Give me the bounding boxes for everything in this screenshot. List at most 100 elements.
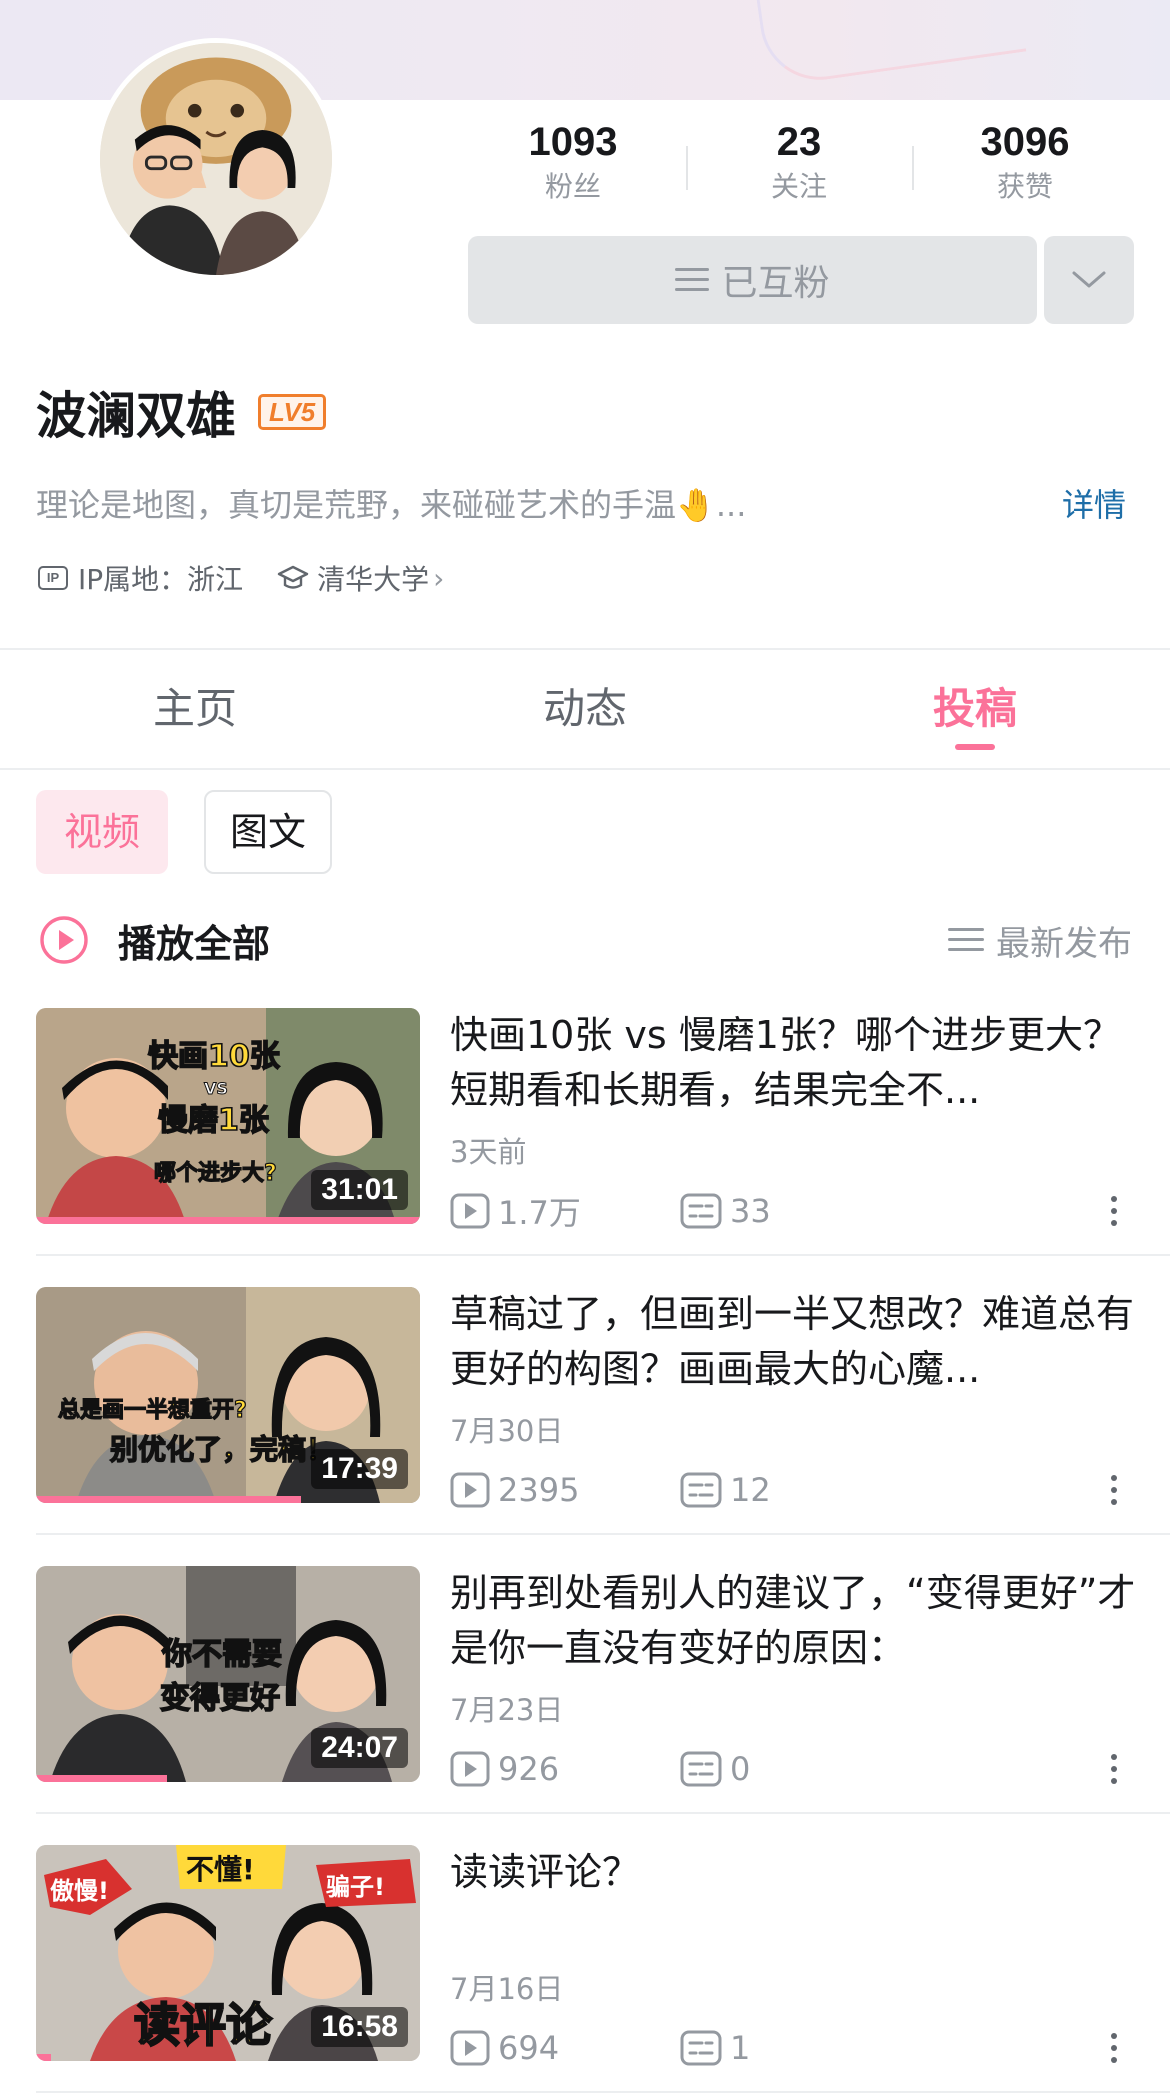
thumb-caption: 快画10张 <box>148 1039 280 1074</box>
view-count: 694 <box>450 2027 559 2069</box>
follow-options-button[interactable] <box>1044 236 1134 324</box>
ip-location: IP属地：浙江 <box>78 563 244 596</box>
video-item[interactable]: 快画10张 VS 慢磨1张 哪个进步大? 31:01 快画10张 vs 慢磨1张… <box>36 1008 1134 1258</box>
filter-video-chip[interactable]: 视频 <box>36 790 168 874</box>
video-duration: 17:39 <box>311 1449 408 1489</box>
play-all-button[interactable]: 播放全部 <box>38 910 270 970</box>
stat-fans[interactable]: 1093 粉丝 <box>460 118 686 218</box>
tab-active-indicator <box>955 744 995 750</box>
comment-count-value: 1 <box>730 2029 751 2067</box>
profile-tabs: 主页 动态 投稿 <box>0 650 1170 768</box>
view-count-value: 1.7万 <box>498 1194 581 1232</box>
sort-button[interactable]: 最新发布 <box>948 910 1132 970</box>
comment-count-value: 12 <box>730 1471 771 1509</box>
divider <box>0 768 1170 770</box>
watch-progress-bar <box>36 1775 167 1782</box>
watch-progress-bar <box>36 2054 52 2061</box>
video-date: 7月16日 <box>450 1972 564 2006</box>
video-duration: 24:07 <box>311 1728 408 1768</box>
comment-count: 33 <box>680 1190 771 1232</box>
bio-detail-link[interactable]: 详情 <box>1062 478 1126 532</box>
video-title[interactable]: 快画10张 vs 慢磨1张？哪个进步更大？短期看和长期看，结果完全不... <box>450 1008 1150 1118</box>
video-date: 7月30日 <box>450 1414 564 1448</box>
follow-button-label: 已互粉 <box>721 263 830 304</box>
play-count-icon <box>450 1472 490 1508</box>
profile-name-row: 波澜双雄 LV5 <box>36 382 327 445</box>
video-stats: 694 1 <box>450 2027 1134 2069</box>
thumb-caption: 变得更好 <box>160 1681 280 1716</box>
view-count: 2395 <box>450 1469 579 1511</box>
video-thumbnail[interactable]: 傲慢! 不懂! 骗子! 读评论 16:58 <box>36 1845 420 2061</box>
video-duration: 16:58 <box>311 2007 408 2047</box>
more-options-button[interactable] <box>1094 2027 1134 2069</box>
filter-article-chip[interactable]: 图文 <box>204 790 332 874</box>
comment-count: 12 <box>680 1469 771 1511</box>
video-thumbnail[interactable]: 总是画一半想重开? 别优化了，完稿！ 17:39 <box>36 1287 420 1503</box>
menu-icon <box>948 926 984 954</box>
more-options-button[interactable] <box>1094 1469 1134 1511</box>
danmaku-icon <box>680 1193 722 1229</box>
video-title[interactable]: 别再到处看别人的建议了，“变得更好”才是你一直没有变好的原因： <box>450 1566 1150 1676</box>
video-stats: 2395 12 <box>450 1469 1134 1511</box>
more-options-button[interactable] <box>1094 1190 1134 1232</box>
view-count-value: 926 <box>498 1750 560 1788</box>
danmaku-icon <box>680 2030 722 2066</box>
play-circle-icon <box>40 916 88 964</box>
thumb-caption: 读评论 <box>134 1998 273 2052</box>
danmaku-icon <box>680 1472 722 1508</box>
tab-home[interactable]: 主页 <box>0 650 390 768</box>
video-item[interactable]: 总是画一半想重开? 别优化了，完稿！ 17:39 草稿过了，但画到一半又想改？难… <box>36 1287 1134 1537</box>
avatar[interactable] <box>95 38 337 280</box>
view-count-value: 694 <box>498 2029 560 2067</box>
danmaku-icon <box>680 1751 722 1787</box>
play-count-icon <box>450 1193 490 1229</box>
play-count-icon <box>450 1751 490 1787</box>
more-options-button[interactable] <box>1094 1748 1134 1790</box>
comment-count-value: 0 <box>730 1750 751 1788</box>
mutual-follow-button[interactable]: 已互粉 <box>468 236 1037 324</box>
chevron-right-icon: › <box>433 561 445 595</box>
video-thumbnail[interactable]: 快画10张 VS 慢磨1张 哪个进步大? 31:01 <box>36 1008 420 1224</box>
thumb-caption: 不懂! <box>186 1853 255 1886</box>
avatar-image <box>100 43 332 275</box>
school-link[interactable]: 清华大学 <box>317 558 429 598</box>
divider <box>36 1812 1170 1814</box>
menu-icon <box>675 266 710 294</box>
video-item[interactable]: 傲慢! 不懂! 骗子! 读评论 16:58 读读评论？ 7月16日 694 1 <box>36 1845 1134 2094</box>
stat-label: 关注 <box>770 170 827 203</box>
video-title[interactable]: 草稿过了，但画到一半又想改？难道总有更好的构图？画画最大的心魔... <box>450 1287 1150 1397</box>
thumb-caption: 别优化了，完稿！ <box>110 1433 334 1466</box>
divider <box>36 1533 1170 1535</box>
divider <box>36 2091 1170 2093</box>
view-count: 1.7万 <box>450 1190 581 1232</box>
profile-stats: 1093 粉丝 23 关注 3096 获赞 <box>460 118 1140 218</box>
video-title[interactable]: 读读评论？ <box>450 1845 1150 1900</box>
thumb-caption: 总是画一半想重开? <box>58 1397 247 1423</box>
comment-count: 1 <box>680 2027 750 2069</box>
stat-value: 1093 <box>528 120 618 164</box>
level-badge: LV5 <box>258 394 327 430</box>
watch-progress-bar <box>36 1496 301 1503</box>
video-stats: 1.7万 33 <box>450 1190 1134 1232</box>
video-item[interactable]: 你不需要 变得更好 24:07 别再到处看别人的建议了，“变得更好”才是你一直没… <box>36 1566 1135 1816</box>
tab-label: 主页 <box>152 684 237 733</box>
view-count-value: 2395 <box>498 1471 580 1509</box>
watch-progress-bar <box>36 1217 420 1224</box>
chevron-down-icon <box>1072 271 1106 288</box>
stat-following[interactable]: 23 关注 <box>686 118 912 218</box>
tab-uploads[interactable]: 投稿 <box>780 650 1170 768</box>
video-thumbnail[interactable]: 你不需要 变得更好 24:07 <box>36 1566 420 1782</box>
video-duration: 31:01 <box>311 1170 408 1210</box>
tab-dynamics[interactable]: 动态 <box>390 650 780 768</box>
view-count: 926 <box>450 1748 559 1790</box>
profile-meta: IP IP属地：浙江 清华大学 › <box>38 558 444 598</box>
thumb-caption: VS <box>204 1079 228 1098</box>
video-date: 7月23日 <box>450 1693 564 1727</box>
comment-count: 0 <box>680 1748 750 1790</box>
play-all-label: 播放全部 <box>118 921 271 966</box>
graduation-cap-icon <box>277 564 309 592</box>
stat-likes[interactable]: 3096 获赞 <box>912 118 1138 218</box>
tab-label: 动态 <box>542 684 627 733</box>
thumb-caption: 骗子! <box>326 1873 385 1901</box>
thumb-caption: 傲慢! <box>50 1877 109 1905</box>
